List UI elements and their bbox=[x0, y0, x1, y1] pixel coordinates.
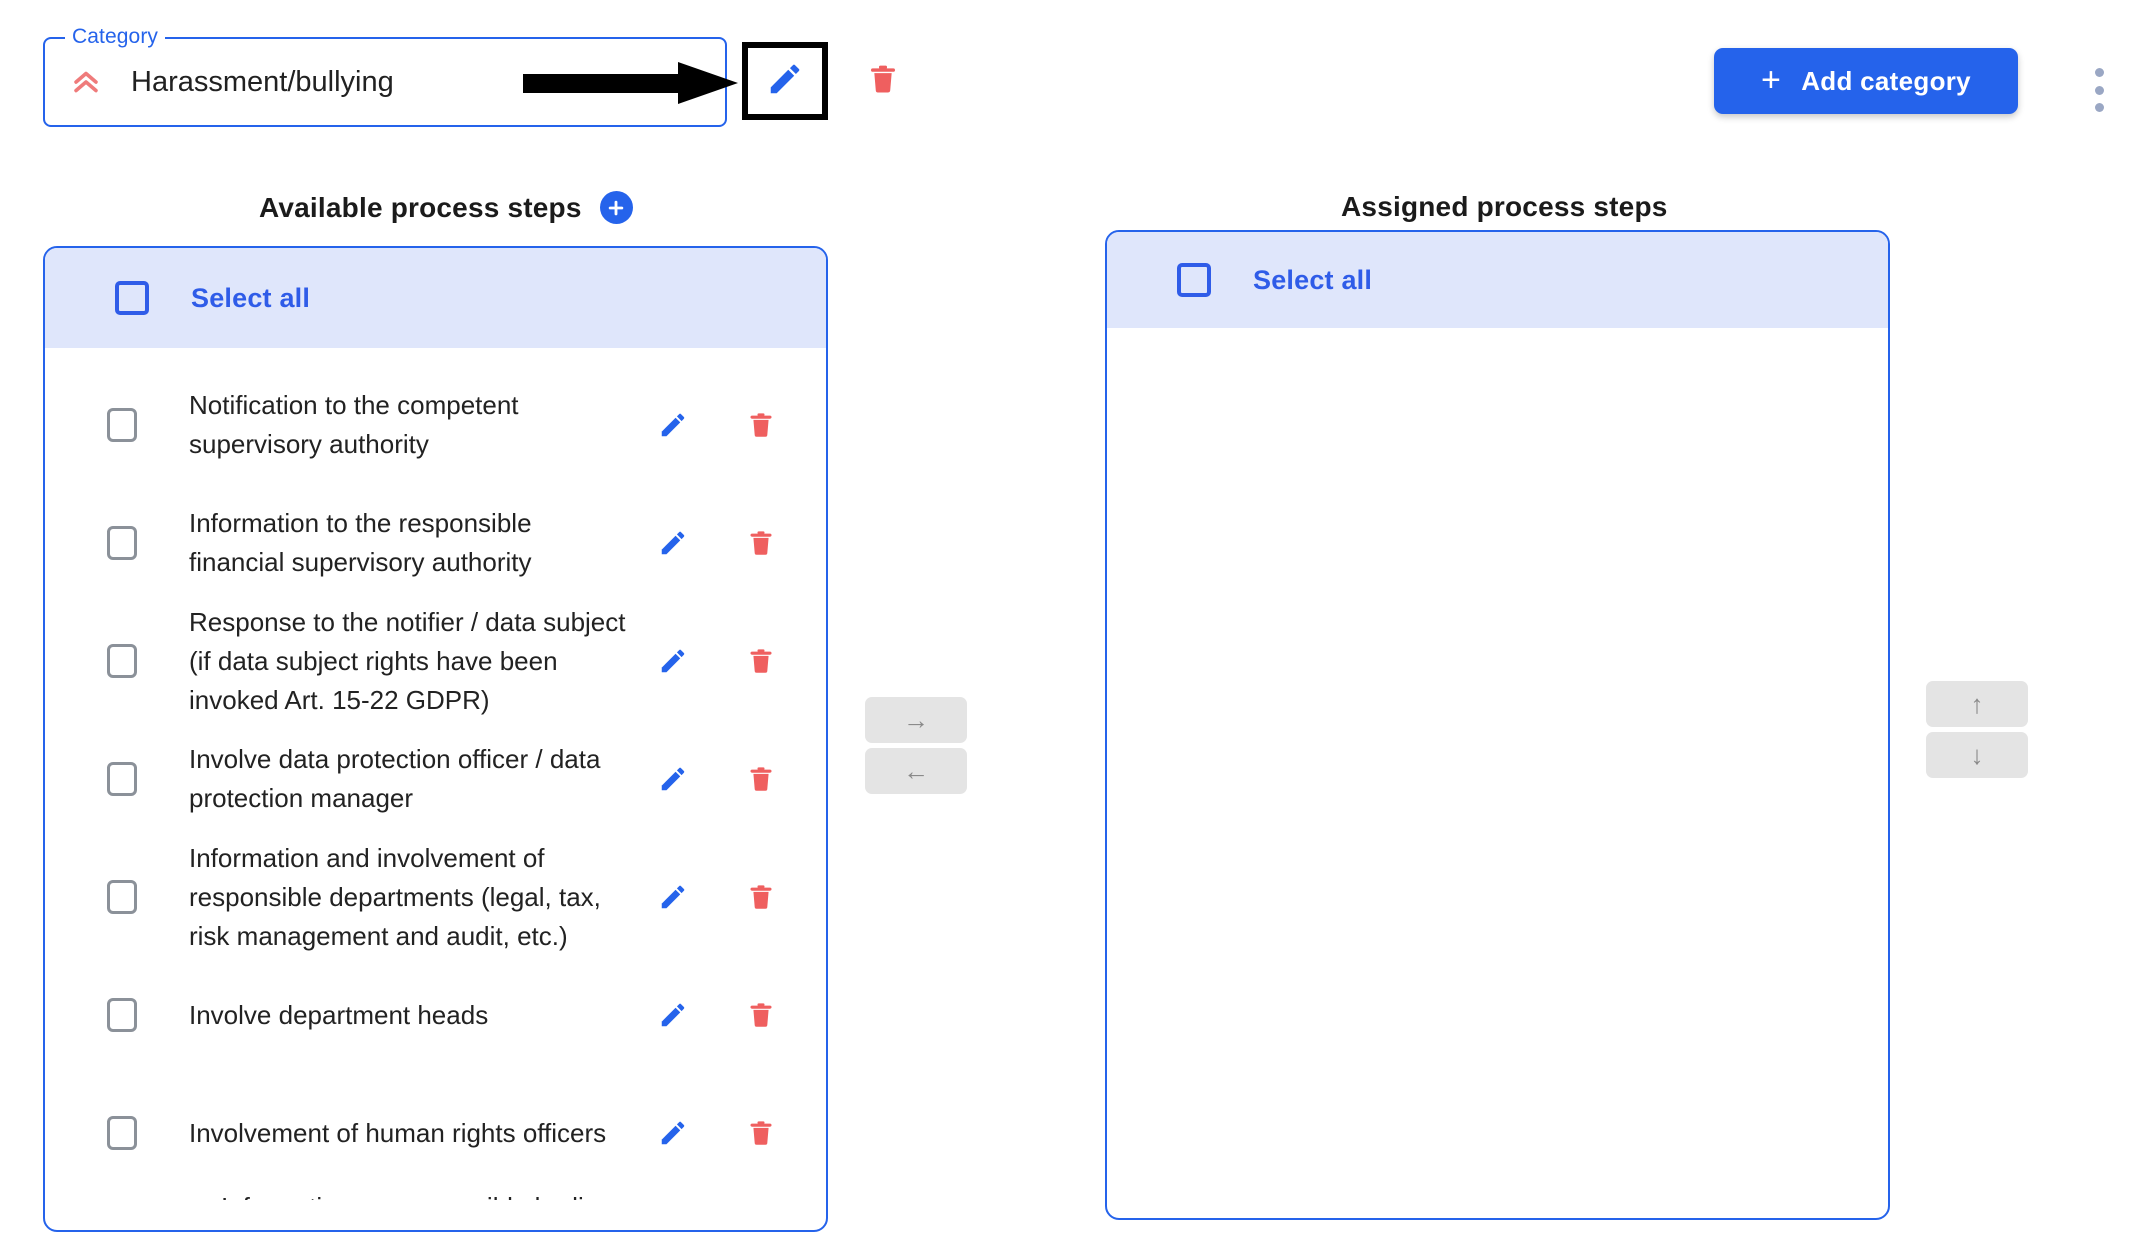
available-steps-heading: Available process steps bbox=[259, 191, 633, 224]
step-delete-button[interactable] bbox=[742, 877, 780, 917]
available-select-all-checkbox[interactable] bbox=[115, 281, 149, 315]
list-item[interactable]: Involve department heads bbox=[45, 956, 826, 1074]
list-item[interactable]: Notification to the competent supervisor… bbox=[45, 366, 826, 484]
step-edit-button[interactable] bbox=[654, 641, 692, 681]
double-chevron-up-icon bbox=[69, 65, 103, 99]
kebab-menu-icon[interactable] bbox=[2093, 68, 2105, 112]
step-checkbox[interactable] bbox=[107, 408, 137, 442]
step-label: Information on responsible bodies bbox=[107, 1192, 780, 1200]
plus-icon: + bbox=[1761, 60, 1782, 99]
kebab-dot-3 bbox=[2094, 103, 2104, 112]
step-label: Response to the notifier / data subject … bbox=[189, 606, 626, 715]
category-edit-button-highlight[interactable] bbox=[742, 42, 828, 120]
available-steps-list: Notification to the competent supervisor… bbox=[45, 348, 826, 1230]
step-delete-button[interactable] bbox=[742, 759, 780, 799]
category-toolbar: Category Harassment/bullying + Add categ… bbox=[0, 0, 2150, 140]
step-label: Involvement of human rights officers bbox=[189, 1117, 607, 1148]
step-checkbox[interactable] bbox=[107, 526, 137, 560]
step-delete-button[interactable] bbox=[742, 1113, 780, 1153]
list-item[interactable]: Information and involvement of responsib… bbox=[45, 838, 826, 956]
step-label: Notification to the competent supervisor… bbox=[189, 390, 519, 459]
assigned-select-all-label: Select all bbox=[1253, 264, 1373, 295]
assigned-steps-list bbox=[1107, 328, 1888, 1214]
step-checkbox[interactable] bbox=[107, 644, 137, 678]
step-edit-button[interactable] bbox=[654, 759, 692, 799]
trash-icon bbox=[867, 61, 899, 102]
step-checkbox[interactable] bbox=[107, 762, 137, 796]
available-select-all-row[interactable]: Select all bbox=[45, 248, 826, 348]
assigned-steps-panel: Select all bbox=[1105, 230, 1890, 1220]
assigned-steps-heading: Assigned process steps bbox=[1341, 191, 1668, 223]
row-actions bbox=[654, 405, 780, 445]
list-item[interactable]: Response to the notifier / data subject … bbox=[45, 602, 826, 720]
category-field[interactable]: Category Harassment/bullying bbox=[43, 26, 727, 127]
step-delete-button[interactable] bbox=[742, 995, 780, 1035]
list-item-clipped[interactable]: Information on responsible bodies bbox=[45, 1192, 826, 1200]
row-actions bbox=[654, 523, 780, 563]
row-actions bbox=[654, 759, 780, 799]
assigned-steps-heading-text: Assigned process steps bbox=[1341, 191, 1668, 222]
category-value-text: Harassment/bullying bbox=[131, 65, 394, 98]
step-edit-button[interactable] bbox=[654, 877, 692, 917]
step-label: Information and involvement of responsib… bbox=[189, 842, 601, 951]
pencil-icon bbox=[766, 60, 804, 103]
step-delete-button[interactable] bbox=[742, 641, 780, 681]
list-item[interactable]: Information to the responsible financial… bbox=[45, 484, 826, 602]
kebab-dot-2 bbox=[2094, 85, 2104, 95]
kebab-dot-1 bbox=[2094, 68, 2104, 77]
step-edit-button[interactable] bbox=[654, 523, 692, 563]
step-delete-button[interactable] bbox=[742, 405, 780, 445]
move-right-button[interactable]: → bbox=[865, 697, 967, 743]
category-delete-button[interactable] bbox=[862, 58, 904, 104]
plus-circle-icon[interactable] bbox=[599, 191, 633, 224]
move-up-button[interactable]: ↑ bbox=[1926, 681, 2028, 727]
step-edit-button[interactable] bbox=[654, 1113, 692, 1153]
step-edit-button[interactable] bbox=[654, 995, 692, 1035]
step-label: Information to the responsible financial… bbox=[189, 508, 532, 577]
list-item[interactable]: Involve data protection officer / data p… bbox=[45, 720, 826, 838]
available-select-all-label: Select all bbox=[191, 282, 311, 313]
move-left-button[interactable]: ← bbox=[865, 748, 967, 794]
available-steps-panel: Select all Notification to the competent… bbox=[43, 246, 828, 1232]
step-edit-button[interactable] bbox=[654, 405, 692, 445]
process-step-assignment-page: Category Harassment/bullying + Add categ… bbox=[0, 0, 2150, 1256]
assigned-select-all-row[interactable]: Select all bbox=[1107, 232, 1888, 328]
row-actions bbox=[654, 1113, 780, 1153]
step-checkbox[interactable] bbox=[107, 880, 137, 914]
category-field-legend: Category bbox=[65, 26, 166, 47]
add-category-label: Add category bbox=[1801, 65, 1971, 96]
step-checkbox[interactable] bbox=[107, 998, 137, 1032]
assigned-select-all-checkbox[interactable] bbox=[1177, 263, 1211, 297]
step-label: Involve department heads bbox=[189, 999, 489, 1030]
row-actions bbox=[654, 995, 780, 1035]
list-item[interactable]: Involvement of human rights officers bbox=[45, 1074, 826, 1192]
step-label: Involve data protection officer / data p… bbox=[189, 744, 601, 813]
step-delete-button[interactable] bbox=[742, 523, 780, 563]
step-checkbox[interactable] bbox=[107, 1116, 137, 1150]
row-actions bbox=[654, 877, 780, 917]
move-down-button[interactable]: ↓ bbox=[1926, 732, 2028, 778]
row-actions bbox=[654, 641, 780, 681]
add-category-button[interactable]: + Add category bbox=[1714, 48, 2018, 114]
available-steps-heading-text: Available process steps bbox=[259, 191, 582, 223]
